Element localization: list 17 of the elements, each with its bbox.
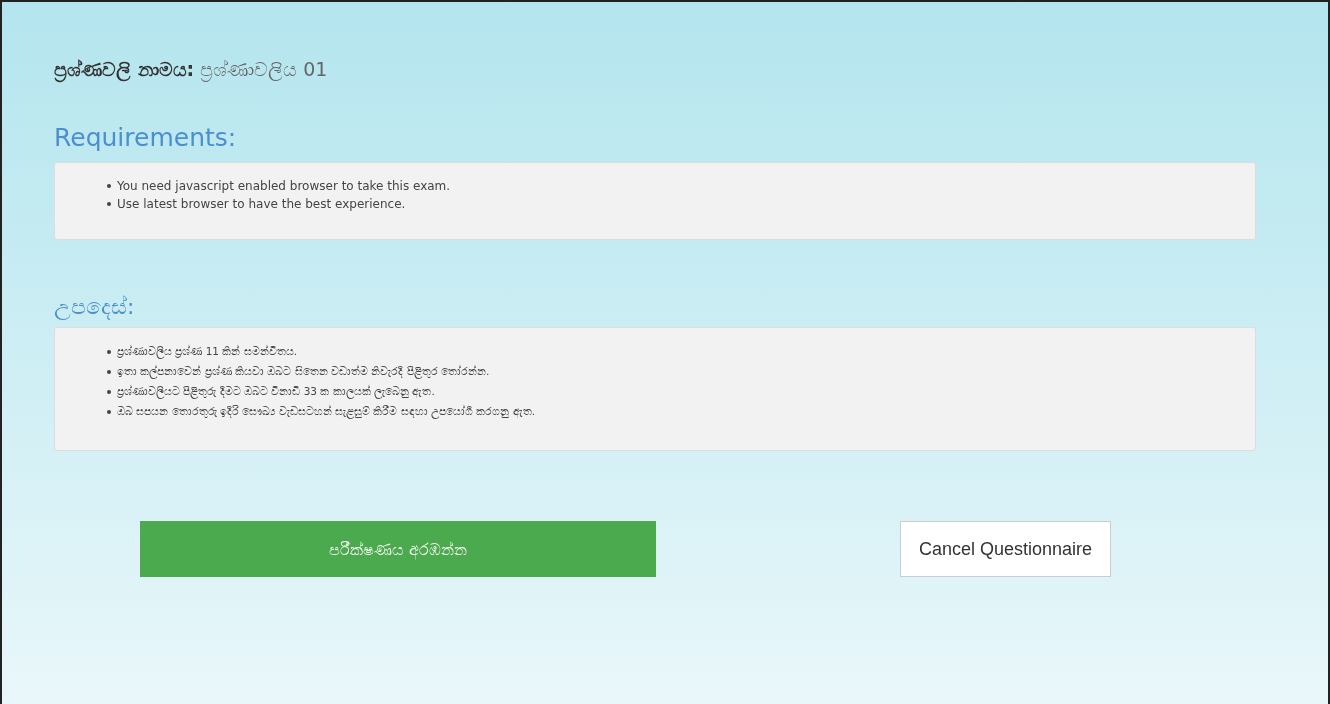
instruction-item: ඔබ සපයන තොරතුරු ඉදිරි සෞඛ්‍ය වැඩසටහන් සැළසුම් කිරීම සඳහා උපයෝගී කරගනු ඇත.	[117, 403, 536, 421]
section-heading: Requirements:	[54, 123, 238, 152]
bullet-icon	[107, 184, 111, 188]
questionnaire-name-label: ප්‍රශ්ණවලි නාමය:	[54, 58, 195, 81]
bullet-icon	[107, 409, 111, 414]
instruction-item: ප්‍රශ්ණාවලියට පිළිතුරු දීමට ඔබට විනාඩි 33 ක කාලයක් ලැබෙනු ඇත.	[117, 383, 435, 401]
instruction-item: ප්‍රශ්ණාවලිය ප්‍රශ්ණ 11 කින් සමන්විතය.	[117, 344, 298, 361]
questionnaire-name: ප්‍රශ්ණාවලිය 01	[200, 58, 328, 81]
requirement-item: Use latest browser to have the best experience.	[117, 196, 406, 213]
requirement-item: You need javascript enabled browser to take this exam.	[117, 178, 451, 195]
bullet-icon	[107, 369, 111, 374]
bullet-icon	[107, 202, 111, 206]
bullet-icon	[107, 349, 111, 354]
cancel-button[interactable]: Cancel Questionnaire	[900, 521, 1112, 577]
bullet-icon	[107, 389, 111, 394]
instruction-item: ඉතා කල්පනාවෙන් ප්‍රශ්ණ කියවා ඔබට සිතෙන වඩාත්ම නිවැරදි පිළිතුර තෝරන්න.	[117, 363, 490, 381]
section-heading: උපදෙස්:	[54, 294, 136, 319]
